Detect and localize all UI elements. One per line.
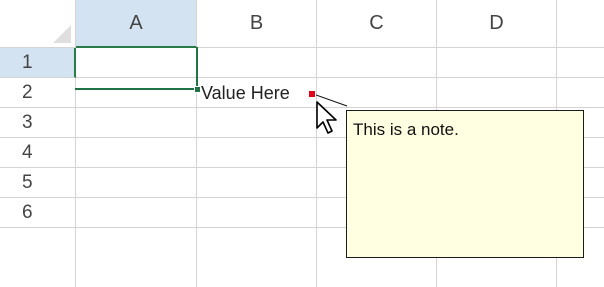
row-header-label: 5 xyxy=(22,171,33,193)
column-header-label: D xyxy=(489,12,504,34)
row-header-4[interactable]: 4 xyxy=(0,138,76,168)
spreadsheet-grid: A B C D 1 2 3 4 5 6 Value Here This is a… xyxy=(0,0,604,287)
cell-b5[interactable] xyxy=(197,168,317,198)
row-header-5[interactable]: 5 xyxy=(0,168,76,198)
cell-b1[interactable] xyxy=(197,48,317,78)
column-header-a[interactable]: A xyxy=(76,0,197,48)
cell-b6[interactable] xyxy=(197,198,317,228)
row-header-label: 1 xyxy=(22,51,33,73)
row-header-1[interactable]: 1 xyxy=(0,48,76,78)
cell-a6[interactable] xyxy=(76,198,197,228)
cell-e1[interactable] xyxy=(557,48,604,78)
select-all-triangle-icon xyxy=(53,25,71,43)
select-all-corner[interactable] xyxy=(0,0,76,48)
cell-b7[interactable] xyxy=(197,228,317,287)
column-header-c[interactable]: C xyxy=(317,0,437,48)
cell-b2[interactable]: Value Here xyxy=(197,78,317,108)
row-header-2[interactable]: 2 xyxy=(0,78,76,108)
row-header-label: 6 xyxy=(22,201,33,223)
cell-a3[interactable] xyxy=(76,108,197,138)
fill-handle[interactable] xyxy=(194,86,201,93)
note-popup[interactable]: This is a note. xyxy=(346,110,584,258)
row-header-6[interactable]: 6 xyxy=(0,198,76,228)
cell-a7[interactable] xyxy=(76,228,197,287)
cell-d1[interactable] xyxy=(437,48,557,78)
column-header-e-partial[interactable] xyxy=(557,0,604,48)
row-header-3[interactable]: 3 xyxy=(0,108,76,138)
column-header-label: C xyxy=(369,12,384,34)
row-header-7-partial[interactable] xyxy=(0,228,76,287)
row-header-label: 3 xyxy=(22,111,33,133)
cell-a4[interactable] xyxy=(76,138,197,168)
cell-b4[interactable] xyxy=(197,138,317,168)
column-header-label: A xyxy=(129,11,143,34)
cell-c1[interactable] xyxy=(317,48,437,78)
cell-e2[interactable] xyxy=(557,78,604,108)
row-header-label: 4 xyxy=(22,141,33,163)
cell-b3[interactable] xyxy=(197,108,317,138)
mouse-pointer-icon xyxy=(316,101,337,134)
cell-d2[interactable] xyxy=(437,78,557,108)
active-cell-outline xyxy=(75,47,198,90)
comment-indicator-icon xyxy=(309,91,315,97)
row-header-label: 2 xyxy=(22,81,33,103)
column-header-label: B xyxy=(249,12,264,34)
cell-a5[interactable] xyxy=(76,168,197,198)
column-header-b[interactable]: B xyxy=(197,0,317,48)
note-text: This is a note. xyxy=(353,120,459,139)
column-header-d[interactable]: D xyxy=(437,0,557,48)
cell-b2-value: Value Here xyxy=(201,83,290,103)
